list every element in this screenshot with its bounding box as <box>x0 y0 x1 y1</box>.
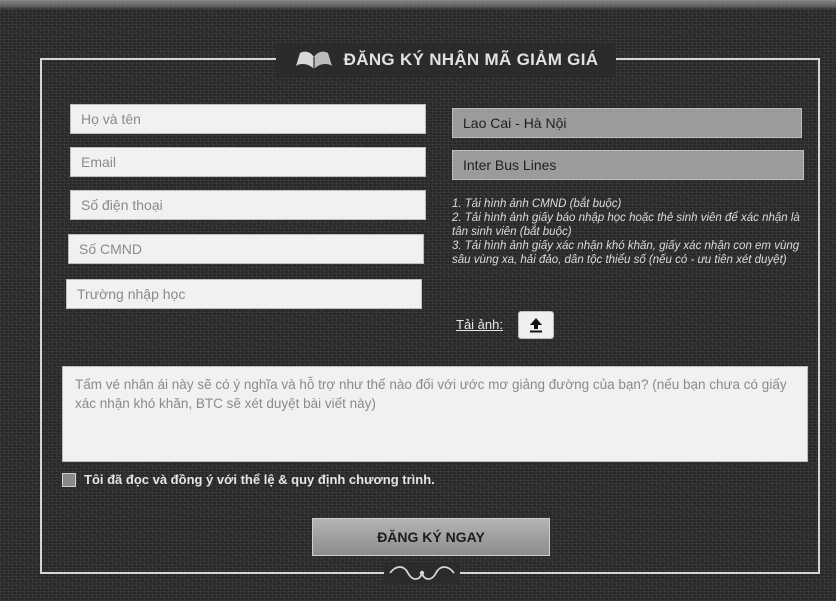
agree-checkbox[interactable] <box>62 472 76 487</box>
upload-photo-link[interactable]: Tải ảnh: <box>456 317 503 332</box>
full-name-input[interactable]: Họ và tên <box>70 104 426 134</box>
registration-page: ĐĂNG KÝ NHẬN MÃ GIẢM GIÁ Họ và tên Email… <box>0 0 836 601</box>
instruction-line: 2. Tải hình ảnh giấy báo nhập học hoặc t… <box>452 212 800 238</box>
flourish-ornament-icon <box>384 563 460 583</box>
email-input[interactable]: Email <box>70 147 426 177</box>
story-textarea[interactable]: Tấm vé nhân ái này sẽ có ý nghĩa và hỗ t… <box>62 366 808 462</box>
form-title-bar: ĐĂNG KÝ NHẬN MÃ GIẢM GIÁ <box>276 44 616 76</box>
instruction-line: 1. Tải hình ảnh CMND (bắt buộc) <box>452 198 622 210</box>
upload-instructions: 1. Tải hình ảnh CMND (bắt buộc) 2. Tải h… <box>452 197 804 267</box>
phone-input[interactable]: Số điện thoại <box>70 190 426 220</box>
upload-arrow-icon <box>530 318 542 333</box>
route-select[interactable]: Lao Cai - Hà Nội <box>452 108 802 138</box>
agree-label: Tôi đã đọc và đồng ý với thể lệ & quy đị… <box>84 472 435 487</box>
open-book-icon <box>295 51 332 69</box>
upload-button[interactable] <box>518 311 554 339</box>
id-card-input[interactable]: Số CMND <box>68 234 424 264</box>
form-title: ĐĂNG KÝ NHẬN MÃ GIẢM GIÁ <box>343 50 599 69</box>
instruction-line: 3. Tải hình ảnh giấy xác nhận khó khăn, … <box>452 240 800 266</box>
register-now-button[interactable]: ĐĂNG KÝ NGAY <box>312 518 550 556</box>
paper-top-edge <box>0 0 836 10</box>
agree-row: Tôi đã đọc và đồng ý với thể lệ & quy đị… <box>62 472 435 487</box>
bus-line-select[interactable]: Inter Bus Lines <box>452 150 804 180</box>
school-input[interactable]: Trường nhập học <box>66 279 422 309</box>
